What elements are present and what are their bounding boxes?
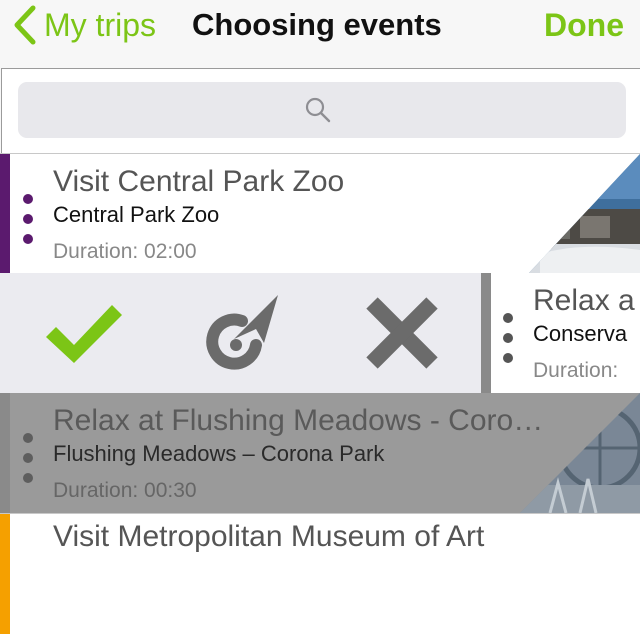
checkmark-icon — [46, 305, 122, 363]
event-place: Conserva — [533, 321, 628, 346]
search-bar[interactable] — [18, 82, 626, 138]
back-button[interactable]: My trips — [12, 4, 156, 46]
event-title: Relax a — [533, 284, 635, 317]
event-title: Relax at Flushing Meadows - Coro… — [53, 404, 544, 437]
category-stripe — [0, 514, 10, 634]
event-place: Flushing Meadows – Corona Park — [53, 441, 385, 466]
drag-handle[interactable] — [23, 433, 35, 493]
done-button[interactable]: Done — [544, 4, 624, 46]
search-input[interactable] — [68, 92, 572, 130]
event-row-peek[interactable]: Relax a Conserva Duration: — [481, 273, 640, 393]
swipe-actions: Relax a Conserva Duration: — [0, 273, 640, 393]
category-stripe — [0, 393, 10, 513]
event-place: Central Park Zoo — [53, 202, 220, 227]
event-duration: Duration: 02:00 — [53, 240, 197, 263]
event-thumbnail — [528, 154, 640, 274]
nav-bar: My trips Choosing events Done — [0, 0, 640, 68]
accept-button[interactable] — [40, 293, 124, 373]
reject-button[interactable] — [360, 293, 444, 373]
event-row[interactable]: Relax at Flushing Meadows - Coro… Flushi… — [0, 393, 640, 513]
navigate-button[interactable] — [200, 293, 284, 373]
back-label: My trips — [44, 7, 156, 43]
navigate-arrow-icon — [206, 295, 278, 370]
drag-handle[interactable] — [503, 313, 515, 373]
event-row[interactable]: Visit Metropolitan Museum of Art — [0, 513, 640, 634]
event-duration: Duration: 00:30 — [53, 479, 197, 502]
event-duration: Duration: — [533, 359, 619, 382]
event-title: Visit Central Park Zoo — [53, 165, 345, 198]
page-title: Choosing events — [192, 7, 442, 42]
category-stripe — [0, 154, 10, 274]
search-area — [1, 68, 640, 153]
chevron-left-icon — [14, 5, 36, 45]
event-row[interactable]: Visit Central Park Zoo Central Park Zoo … — [0, 153, 640, 274]
event-thumbnail — [520, 393, 640, 513]
drag-handle[interactable] — [23, 194, 35, 254]
close-x-icon — [366, 297, 438, 369]
event-title: Visit Metropolitan Museum of Art — [53, 520, 485, 553]
